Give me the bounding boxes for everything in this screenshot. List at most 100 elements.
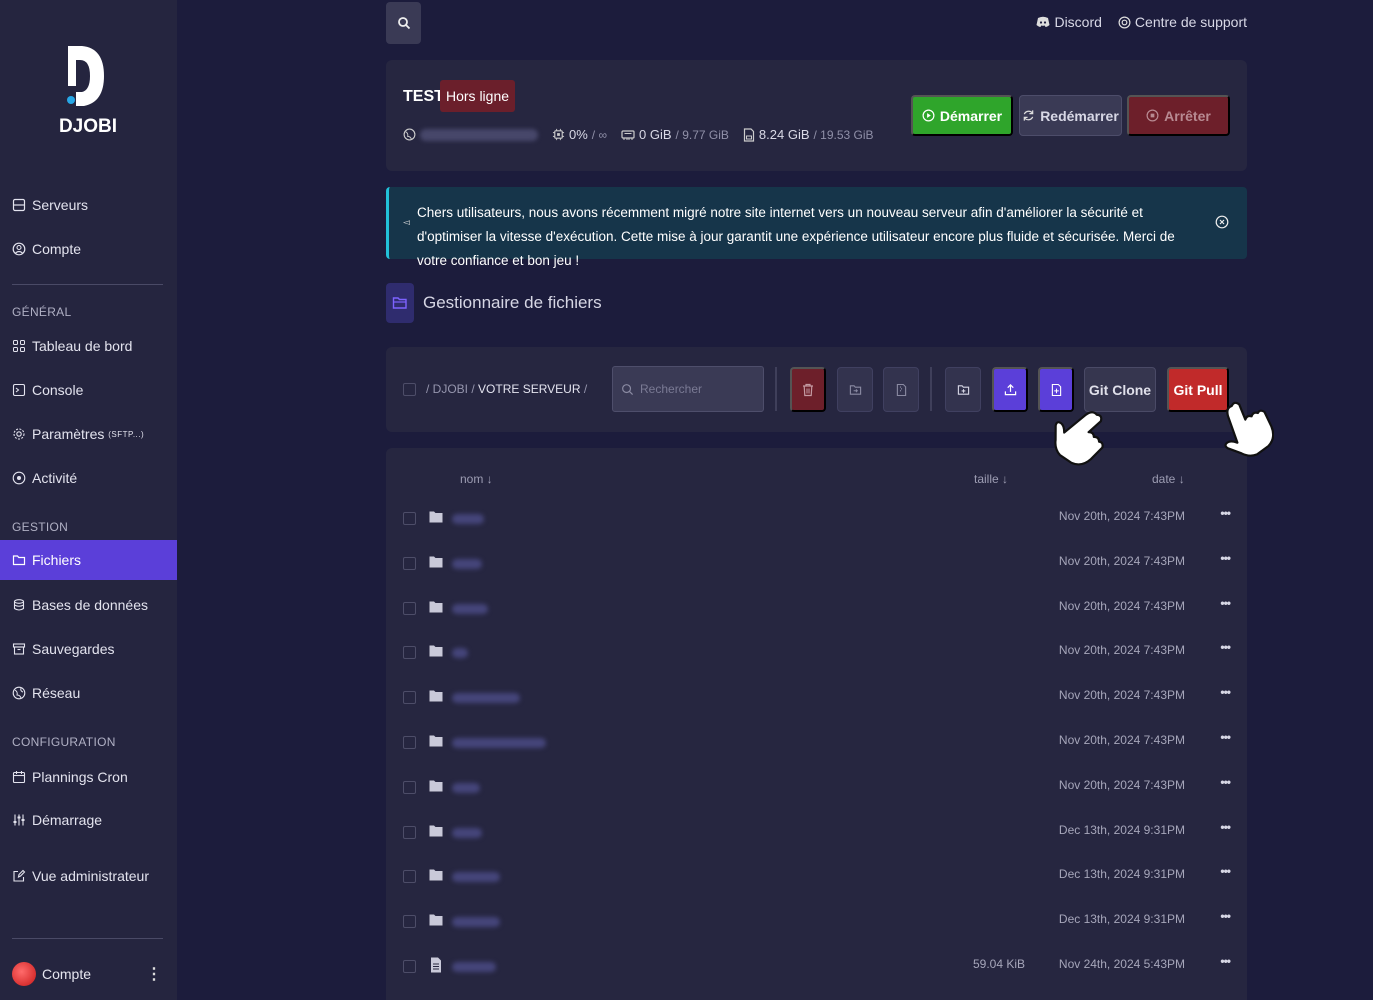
account-label: Compte [42, 966, 92, 982]
file-name-redacted[interactable] [452, 558, 482, 569]
row-menu-icon[interactable]: ••• [1220, 551, 1231, 565]
server-name: TEST [403, 88, 444, 105]
file-name-redacted[interactable] [452, 738, 546, 748]
row-menu-icon[interactable]: ••• [1220, 640, 1231, 654]
row-menu-icon[interactable]: ••• [1220, 909, 1231, 923]
row-checkbox[interactable] [403, 960, 416, 973]
file-name-redacted[interactable] [452, 782, 480, 793]
section-label-gestion: GESTION [12, 520, 69, 534]
page-title: Gestionnaire de fichiers [423, 293, 602, 312]
table-row[interactable]: Dec 13th, 2024 9:31PM ••• [386, 899, 1247, 944]
cpu-value: 0% [569, 127, 588, 142]
row-checkbox[interactable] [403, 736, 416, 749]
close-icon[interactable] [1215, 215, 1229, 229]
row-checkbox[interactable] [403, 512, 416, 525]
file-name-redacted[interactable] [452, 514, 484, 524]
table-row[interactable]: Nov 20th, 2024 7:43PM ••• [386, 720, 1247, 765]
row-checkbox[interactable] [403, 691, 416, 705]
restart-button[interactable]: Redémarrer [1019, 95, 1122, 136]
table-row[interactable]: Nov 20th, 2024 7:43PM ••• [386, 765, 1247, 810]
row-checkbox[interactable] [403, 780, 416, 794]
announcement-banner: ◅ Chers utilisateurs, nous avons récemme… [386, 187, 1247, 268]
table-row[interactable]: Nov 20th, 2024 7:43PM ••• [386, 586, 1247, 631]
sidebar-item-files[interactable]: Fichiers [0, 540, 177, 580]
kebab-menu-icon[interactable]: ⋮ [146, 964, 162, 984]
file-name-redacted[interactable] [452, 827, 482, 838]
sidebar-account[interactable]: Compte ⋮ [12, 958, 162, 990]
row-menu-icon[interactable]: ••• [1220, 506, 1231, 520]
sidebar-item-startup[interactable]: Démarrage [0, 800, 177, 840]
stop-circle-icon [1146, 109, 1159, 122]
global-search-button[interactable] [386, 2, 421, 44]
sidebar-item-activity[interactable]: Activité [0, 458, 177, 498]
delete-button[interactable] [790, 367, 826, 412]
top-links: Discord Centre de support [1036, 14, 1247, 30]
row-menu-icon[interactable]: ••• [1220, 820, 1231, 834]
file-search[interactable] [612, 366, 764, 412]
sidebar-item-backups[interactable]: Sauvegardes [0, 629, 177, 669]
column-header-date[interactable]: date ↓ [1152, 472, 1185, 486]
table-row[interactable]: 59.04 KiB Nov 24th, 2024 5:43PM ••• [386, 944, 1247, 989]
sidebar-item-admin-view[interactable]: Vue administrateur [0, 856, 177, 896]
select-all-checkbox[interactable] [403, 383, 416, 396]
file-manager-header: Gestionnaire de fichiers [386, 283, 602, 323]
new-folder-button[interactable] [945, 367, 981, 412]
stop-button[interactable]: Arrêter [1127, 95, 1230, 136]
breadcrumb-current[interactable]: VOTRE SERVEUR [478, 382, 580, 396]
sidebar-item-label: Tableau de bord [32, 338, 133, 354]
row-menu-icon[interactable]: ••• [1220, 596, 1231, 610]
sidebar-item-dashboard[interactable]: Tableau de bord [0, 326, 177, 366]
support-label: Centre de support [1134, 14, 1247, 30]
table-row[interactable]: Dec 13th, 2024 9:31PM ••• [386, 854, 1247, 899]
row-checkbox[interactable] [403, 915, 416, 929]
djobi-logo[interactable]: DJOBI [58, 42, 118, 138]
table-row[interactable]: Nov 20th, 2024 7:43PM ••• [386, 496, 1247, 541]
row-checkbox[interactable] [403, 825, 416, 839]
file-name-redacted[interactable] [452, 693, 520, 704]
archive-button[interactable] [883, 367, 919, 412]
search-input[interactable] [640, 382, 750, 396]
row-checkbox[interactable] [403, 870, 416, 884]
upload-button[interactable] [992, 367, 1028, 412]
sidebar-item-account[interactable]: Compte [0, 229, 177, 269]
column-header-size[interactable]: taille ↓ [974, 472, 1008, 486]
sidebar-item-servers[interactable]: Serveurs [0, 185, 177, 225]
row-checkbox[interactable] [403, 646, 416, 660]
sidebar-item-schedules[interactable]: Plannings Cron [0, 757, 177, 797]
row-menu-icon[interactable]: ••• [1220, 775, 1231, 789]
discord-link[interactable]: Discord [1036, 14, 1102, 30]
file-name-redacted[interactable] [452, 917, 500, 928]
table-row[interactable]: Nov 20th, 2024 7:43PM ••• [386, 630, 1247, 675]
table-row[interactable]: Nov 20th, 2024 7:43PM ••• [386, 675, 1247, 720]
sidebar-item-console[interactable]: Console [0, 370, 177, 410]
table-row[interactable]: Dec 13th, 2024 9:31PM ••• [386, 810, 1247, 855]
status-badge: Hors ligne [440, 80, 516, 112]
file-name-redacted[interactable] [452, 962, 496, 972]
sidebar-item-network[interactable]: Réseau [0, 673, 177, 713]
discord-icon [1036, 16, 1050, 27]
support-link[interactable]: Centre de support [1118, 14, 1247, 30]
row-checkbox[interactable] [403, 601, 416, 615]
table-row[interactable]: Nov 20th, 2024 7:43PM ••• [386, 541, 1247, 586]
row-checkbox[interactable] [403, 556, 416, 570]
row-menu-icon[interactable]: ••• [1220, 954, 1231, 968]
row-menu-icon[interactable]: ••• [1220, 730, 1231, 744]
row-menu-icon[interactable]: ••• [1220, 685, 1231, 699]
file-name-redacted[interactable] [452, 872, 500, 883]
sidebar-item-databases[interactable]: Bases de données [0, 585, 177, 625]
row-menu-icon[interactable]: ••• [1220, 864, 1231, 878]
pointer-hand-icon [1054, 411, 1104, 466]
grid-icon [12, 339, 26, 353]
move-button[interactable] [837, 367, 873, 412]
search-icon [397, 17, 410, 30]
file-name-redacted[interactable] [452, 648, 468, 659]
start-button[interactable]: Démarrer [911, 95, 1013, 136]
server-address-redacted [420, 128, 538, 141]
file-name-redacted[interactable] [452, 603, 488, 614]
gear-icon [12, 427, 26, 441]
breadcrumb-root[interactable]: DJOBI [433, 382, 468, 396]
avatar[interactable] [12, 962, 36, 986]
sidebar-item-settings[interactable]: Paramètres (SFTP...) [0, 414, 177, 454]
column-header-name[interactable]: nom ↓ [460, 472, 493, 486]
sidebar-item-label: Paramètres [32, 426, 105, 442]
